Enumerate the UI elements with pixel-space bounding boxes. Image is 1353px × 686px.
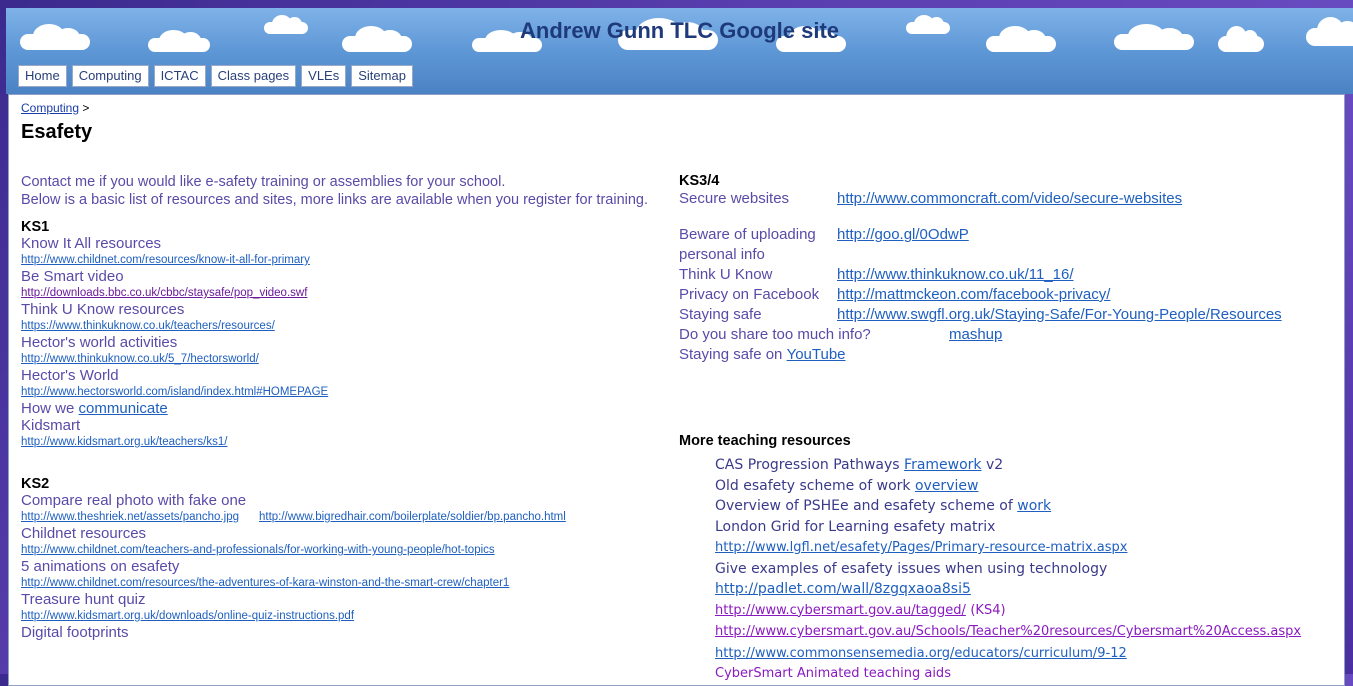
resource-link[interactable]: http://www.kidsmart.org.uk/downloads/onl… [21,608,661,624]
nav-computing[interactable]: Computing [71,65,149,87]
list-item-text: CAS Progression Pathways [715,457,900,473]
list-item: CyberSmart Animated teaching aids [715,666,951,681]
resource-link[interactable]: http://www.bigredhair.com/boilerplate/so… [259,509,566,525]
list-item: http://www.commonsensemedia.org/educator… [715,643,1339,665]
resource-row: Staying safe on YouTube [679,345,1339,365]
cybersmart-link[interactable]: http://www.cybersmart.gov.au/tagged/ [715,603,966,618]
resource-link[interactable]: http://www.theshriek.net/assets/pancho.j… [21,509,239,525]
list-item: http://padlet.com/wall/8zgqxaoa8si5 [715,579,1339,600]
resource-key-line: personal info [679,246,765,263]
list-item-text: Overview of PSHEe and esafety scheme of [715,498,1013,514]
list-item: London Grid for Learning esafety matrix [715,518,996,535]
resource-link[interactable]: http://www.childnet.com/teachers-and-pro… [21,542,661,558]
resource-title: Digital footprints [21,624,129,641]
photo-links-row: http://www.theshriek.net/assets/pancho.j… [21,509,661,525]
resource-key: Staying safe [679,306,762,323]
intro-line: Below is a basic list of resources and s… [21,192,649,208]
breadcrumb-separator: > [82,101,90,115]
framework-link[interactable]: Framework [904,457,982,473]
resource-key: Beware of uploading personal info [679,225,837,265]
right-column: KS3/4 Secure websites http://www.commonc… [679,173,1339,685]
more-heading: More teaching resources [679,433,851,449]
youtube-prefix: Staying safe on [679,346,783,363]
resource-row: Think U Know http://www.thinkuknow.co.uk… [679,265,1339,285]
resource-row: Do you share too much info? mashup [679,325,1339,345]
padlet-link[interactable]: http://padlet.com/wall/8zgqxaoa8si5 [715,581,971,597]
resource-title: Compare real photo with fake one [21,492,247,509]
mashup-link[interactable]: mashup [949,325,1002,345]
cybersmart-access-link[interactable]: http://www.cybersmart.gov.au/Schools/Tea… [715,624,1301,639]
resource-key: Privacy on Facebook [679,286,820,303]
resource-link[interactable]: https://www.thinkuknow.co.uk/teachers/re… [21,318,661,334]
nav-home[interactable]: Home [18,65,67,87]
resource-row: Privacy on Facebook http://mattmckeon.co… [679,285,1339,305]
resource-link[interactable]: http://mattmckeon.com/facebook-privacy/ [837,285,1110,305]
site-header: Andrew Gunn TLC Google site Home Computi… [6,8,1353,94]
page-title: Esafety [21,121,93,143]
resource-title: Be Smart video [21,268,124,285]
resource-title: Hector's World [21,367,119,384]
breadcrumb: Computing > [21,101,89,115]
resource-title: Treasure hunt quiz [21,591,146,608]
resource-link[interactable]: http://www.kidsmart.org.uk/teachers/ks1/ [21,434,661,450]
lgfl-link[interactable]: http://www.lgfl.net/esafety/Pages/Primar… [715,540,1127,555]
resource-link[interactable]: http://www.swgfl.org.uk/Staying-Safe/For… [837,305,1282,325]
resource-title: Childnet resources [21,525,147,542]
nav-class-pages[interactable]: Class pages [210,65,297,87]
nav-ictac[interactable]: ICTAC [153,65,206,87]
breadcrumb-computing-link[interactable]: Computing [21,101,79,115]
list-item: CAS Progression Pathways Framework v2 [715,455,1339,476]
nav-vles[interactable]: VLEs [301,65,347,87]
list-item: Give examples of esafety issues when usi… [715,560,1108,577]
resource-link[interactable]: http://www.childnet.com/resources/the-ad… [21,575,661,591]
resource-key-line: Beware of uploading [679,226,816,243]
resource-link[interactable]: http://www.commoncraft.com/video/secure-… [837,189,1182,209]
resource-link[interactable]: http://goo.gl/0OdwP [837,225,969,265]
resource-row: Staying safe http://www.swgfl.org.uk/Sta… [679,305,1339,325]
resource-title: Hector's world activities [21,334,178,351]
site-title[interactable]: Andrew Gunn TLC Google site [6,18,1353,44]
list-item: Old esafety scheme of work overview [715,476,1339,497]
youtube-link[interactable]: YouTube [787,345,846,365]
list-item: http://www.lgfl.net/esafety/Pages/Primar… [715,537,1339,559]
resource-row: Beware of uploading personal info http:/… [679,225,1339,265]
commonsense-link[interactable]: http://www.commonsensemedia.org/educator… [715,646,1127,661]
resource-link[interactable]: http://www.hectorsworld.com/island/index… [21,384,661,400]
top-nav: Home Computing ICTAC Class pages VLEs Si… [18,65,413,87]
resource-title: Think U Know resources [21,301,185,318]
intro-line: Contact me if you would like e-safety tr… [21,174,506,190]
ks1-heading: KS1 [21,219,50,235]
resource-link[interactable]: http://downloads.bbc.co.uk/cbbc/staysafe… [21,285,661,301]
left-column: Contact me if you would like e-safety tr… [21,173,661,641]
communicate-prefix: How we [21,400,75,417]
resource-title: How we communicate [21,400,661,417]
resource-link[interactable]: http://www.thinkuknow.co.uk/11_16/ [837,265,1074,285]
resource-key: Think U Know [679,266,773,283]
share-text: Do you share too much info? [679,326,871,343]
list-item: Overview of PSHEe and esafety scheme of … [715,496,1339,517]
resource-link[interactable]: http://www.childnet.com/resources/know-i… [21,252,661,268]
resource-title: Know It All resources [21,235,162,252]
overview-link[interactable]: overview [915,478,978,494]
list-item: http://www.cybersmart.gov.au/tagged/ (KS… [715,600,1339,622]
list-item-text: Old esafety scheme of work [715,477,911,494]
resource-title: 5 animations on esafety [21,558,180,575]
ks34-heading: KS3/4 [679,173,720,189]
resource-title: Kidsmart [21,417,81,434]
list-item: http://www.cybersmart.gov.au/Schools/Tea… [715,621,1339,643]
work-link[interactable]: work [1017,498,1051,514]
main-content: Computing > Esafety Contact me if you wo… [8,94,1345,686]
resource-link[interactable]: http://www.thinkuknow.co.uk/5_7/hectorsw… [21,351,661,367]
resource-key: Secure websites [679,190,790,207]
list-item-text: v2 [985,457,1004,473]
more-resources-list: CAS Progression Pathways Framework v2 Ol… [715,455,1339,685]
ks4-tag: (KS4) [970,602,1006,618]
communicate-link[interactable]: communicate [79,400,168,417]
resource-row: Secure websites http://www.commoncraft.c… [679,189,1339,209]
ks2-heading: KS2 [21,476,50,492]
nav-sitemap[interactable]: Sitemap [351,65,413,87]
